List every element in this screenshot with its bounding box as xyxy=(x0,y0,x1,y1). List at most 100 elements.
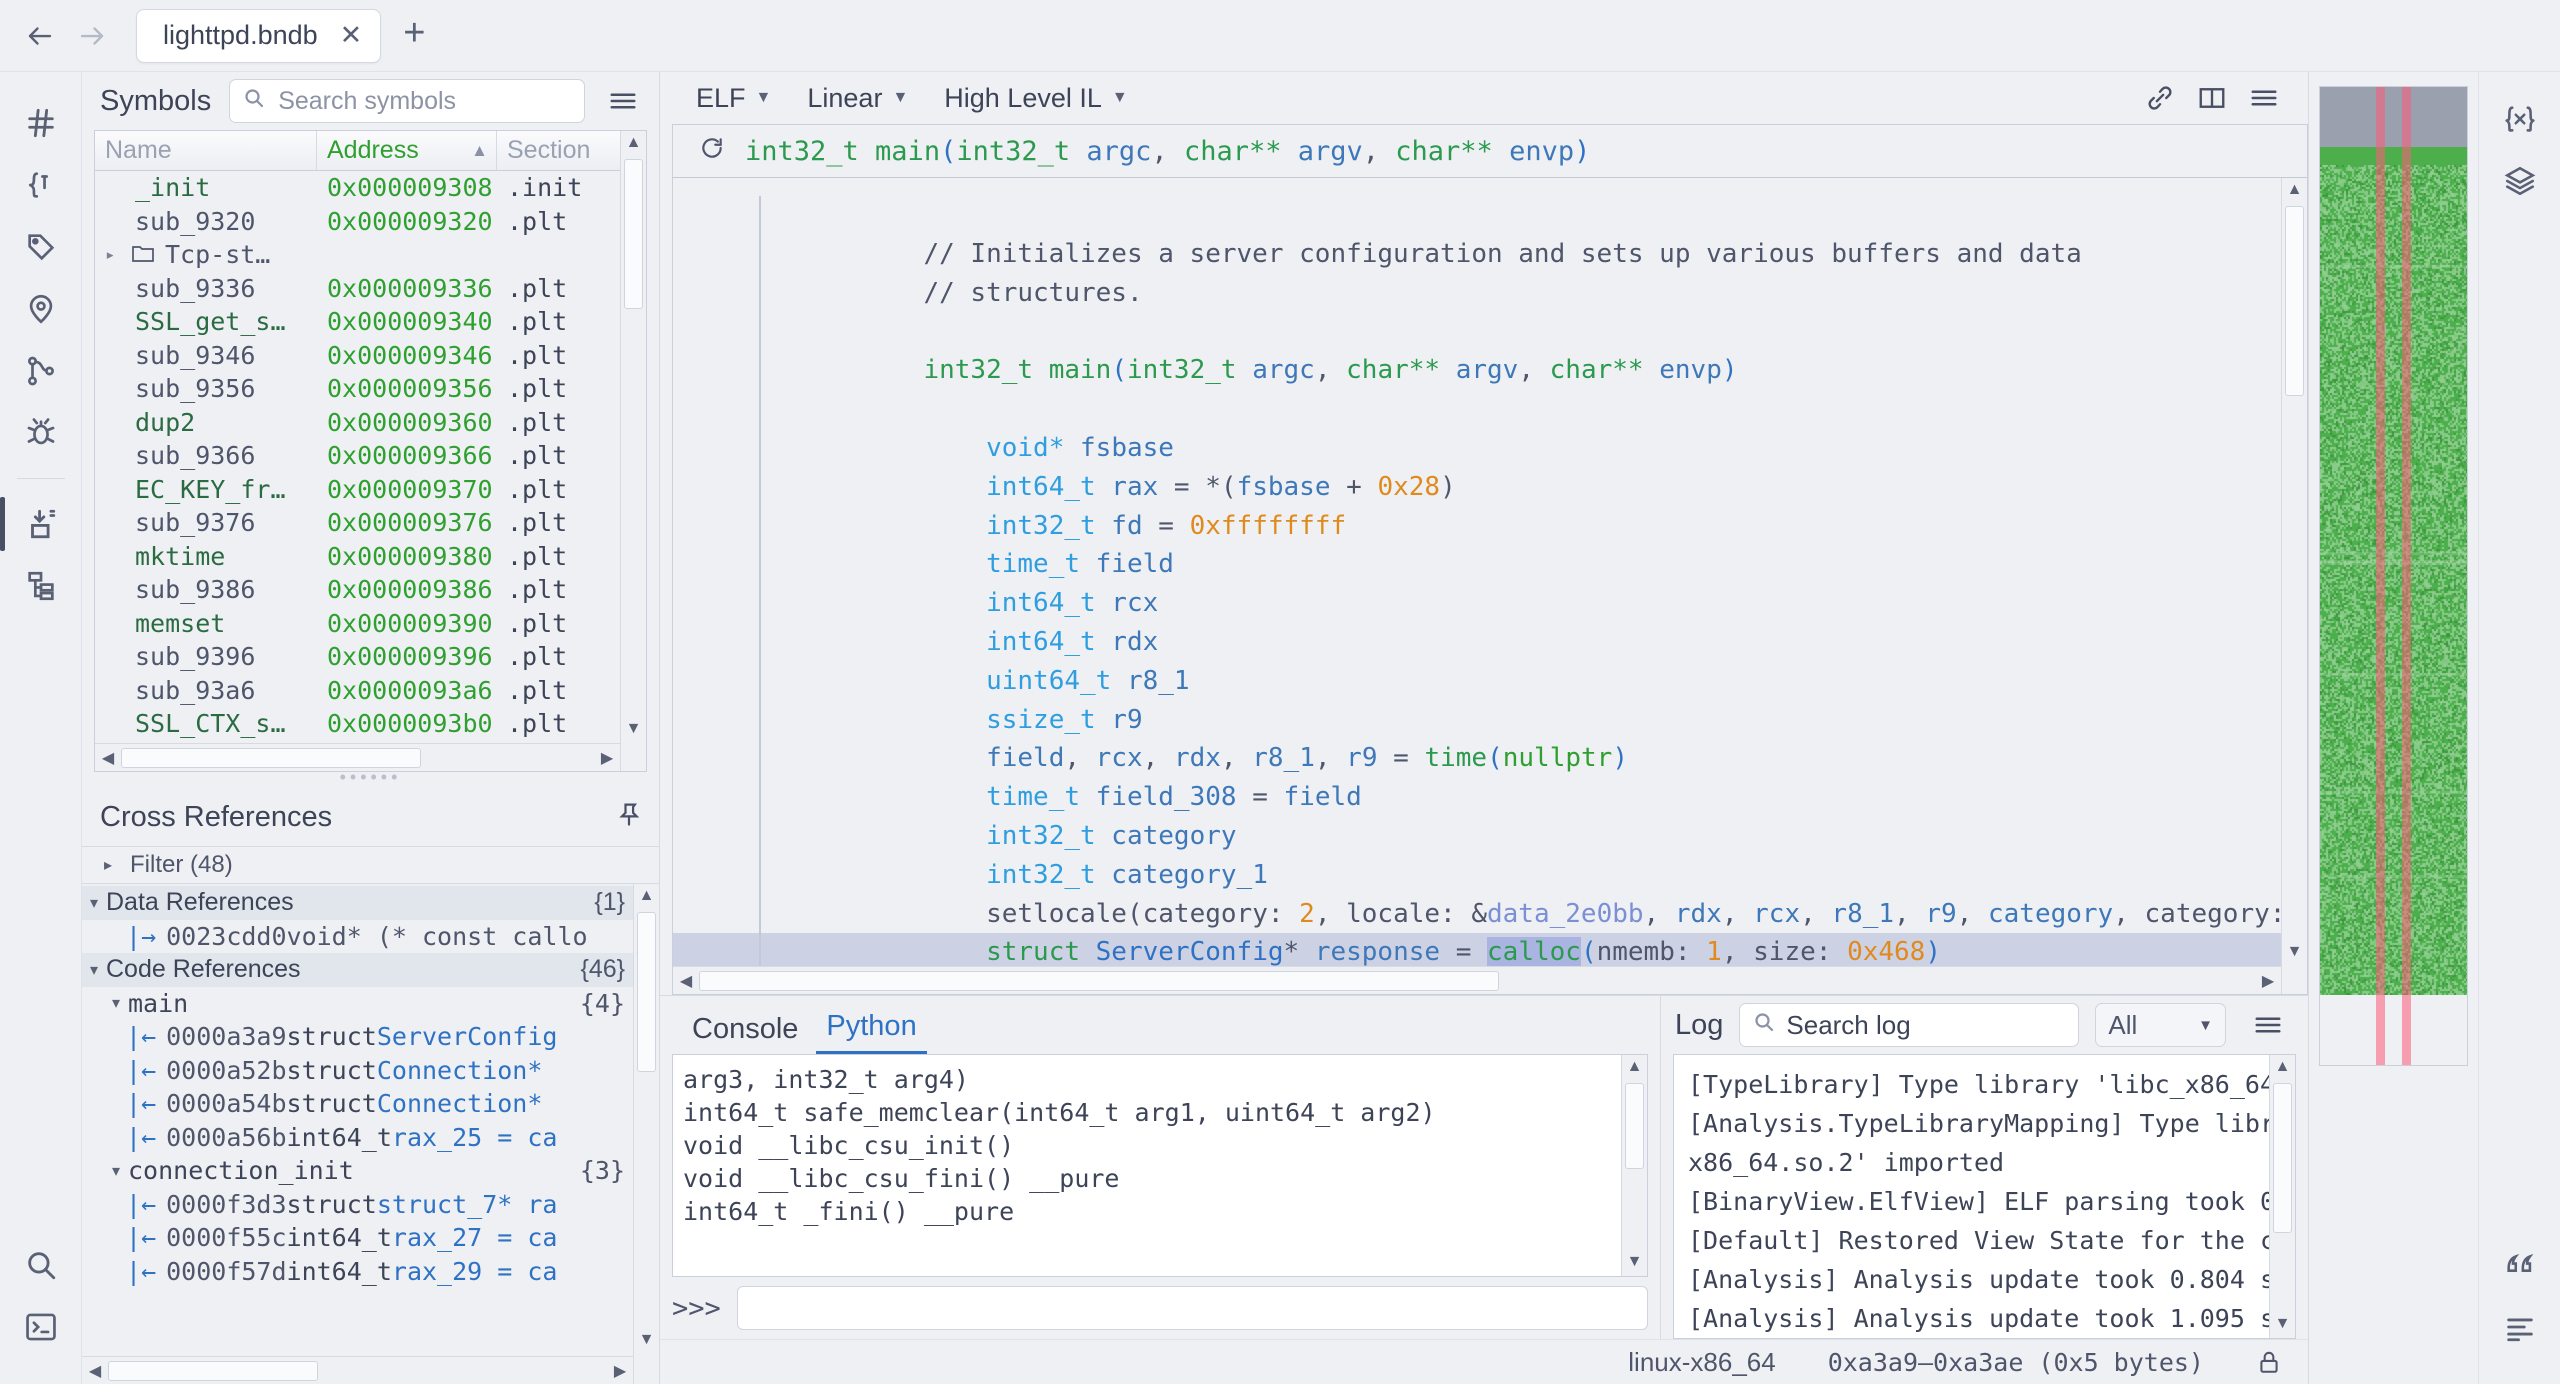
variables-fx-icon[interactable] xyxy=(2487,88,2553,150)
scroll-right-icon[interactable]: ▶ xyxy=(594,748,620,768)
scrollbar-thumb[interactable] xyxy=(624,159,643,309)
code-line[interactable]: int32_t fd = 0xffffffff xyxy=(673,507,2307,546)
console-output[interactable]: arg3, int32_t arg4)int64_t safe_memclear… xyxy=(672,1054,1648,1277)
scroll-left-icon[interactable]: ◀ xyxy=(673,971,699,991)
xrefs-horizontal-scrollbar[interactable]: ◀ ▶ xyxy=(82,1356,633,1384)
log-vertical-scrollbar[interactable]: ▲ ▼ xyxy=(2269,1055,2295,1338)
code-line[interactable]: time_t field xyxy=(673,545,2307,584)
code-lines-container[interactable]: // Initializes a server configuration an… xyxy=(673,196,2307,994)
scroll-left-icon[interactable]: ◀ xyxy=(82,1361,108,1381)
column-header-name[interactable]: Name xyxy=(95,131,317,170)
branch-graph-icon[interactable] xyxy=(8,340,74,402)
minimap-strip[interactable] xyxy=(2319,86,2468,1066)
table-row[interactable]: sub_93760x000009376.plt xyxy=(95,506,646,540)
code-line[interactable]: setlocale(category: 2, locale: &data_2e0… xyxy=(673,895,2307,934)
code-line[interactable]: int64_t rdx xyxy=(673,623,2307,662)
xref-filter-row[interactable]: ▸ Filter (48) xyxy=(82,846,659,884)
il-level-dropdown[interactable]: High Level IL ▼ xyxy=(926,76,1145,120)
symbols-table[interactable]: Name Address ▲ Section _init0x000009308.… xyxy=(94,130,647,772)
log-output[interactable]: [TypeLibrary] Type library 'libc_x86_64.… xyxy=(1673,1054,2296,1339)
new-tab-button[interactable]: + xyxy=(403,14,425,58)
tab-python[interactable]: Python xyxy=(816,1010,926,1054)
chevron-right-icon[interactable]: ▸ xyxy=(105,245,131,265)
code-view[interactable]: int32_t main(int32_t argc, char** argv, … xyxy=(672,124,2308,995)
table-row[interactable]: mktime0x000009380.plt xyxy=(95,540,646,574)
code-body[interactable]: // Initializes a server configuration an… xyxy=(673,178,2307,994)
entropy-minimap[interactable] xyxy=(2308,72,2478,1384)
scroll-left-icon[interactable]: ◀ xyxy=(95,748,121,768)
back-button[interactable] xyxy=(14,10,66,62)
scroll-track[interactable] xyxy=(699,971,2255,991)
symbols-table-body[interactable]: _init0x000009308.initsub_93200x000009320… xyxy=(95,171,646,743)
scroll-down-icon[interactable]: ▼ xyxy=(1622,1250,1647,1274)
tag-icon[interactable] xyxy=(8,216,74,278)
table-row[interactable]: dup20x000009360.plt xyxy=(95,406,646,440)
code-line[interactable]: int64_t rcx xyxy=(673,584,2307,623)
hamburger-menu-icon[interactable] xyxy=(2242,999,2294,1051)
types-braces-icon[interactable] xyxy=(8,154,74,216)
code-line[interactable] xyxy=(673,196,2307,235)
scrollbar-thumb[interactable] xyxy=(2285,206,2304,396)
logs-list-icon[interactable] xyxy=(2487,1296,2553,1358)
scroll-up-icon[interactable]: ▲ xyxy=(2282,178,2307,202)
xref-group-row[interactable]: ▾Code References{46} xyxy=(82,953,659,987)
location-pin-icon[interactable] xyxy=(8,278,74,340)
scroll-up-icon[interactable]: ▲ xyxy=(2270,1055,2295,1079)
table-row[interactable]: sub_93a60x0000093a6.plt xyxy=(95,674,646,708)
chevron-down-icon[interactable]: ▾ xyxy=(104,993,128,1013)
scrollbar-thumb[interactable] xyxy=(1625,1083,1644,1169)
code-horizontal-scrollbar[interactable]: ◀ ▶ xyxy=(673,966,2281,994)
scroll-up-icon[interactable]: ▲ xyxy=(1622,1055,1647,1079)
search-input[interactable]: Search symbols xyxy=(229,79,585,123)
code-line[interactable] xyxy=(673,313,2307,352)
xref-row[interactable]: |←0000a52b struct Connection* xyxy=(82,1054,659,1088)
table-row[interactable]: SSL_CTX_s…0x0000093b0.plt xyxy=(95,707,646,741)
chevron-right-icon[interactable]: ▸ xyxy=(96,855,120,875)
code-line[interactable]: void* fsbase xyxy=(673,429,2307,468)
terminal-icon[interactable] xyxy=(8,1296,74,1358)
symbols-horizontal-scrollbar[interactable]: ◀ ▶ xyxy=(95,743,620,771)
code-line[interactable]: int32_t category xyxy=(673,817,2307,856)
xref-subgroup-row[interactable]: ▾main{4} xyxy=(82,987,659,1021)
chevron-down-icon[interactable]: ▾ xyxy=(82,893,106,913)
scroll-down-icon[interactable]: ▼ xyxy=(2270,1312,2295,1336)
forward-button[interactable] xyxy=(66,10,118,62)
minimap-position-marker-left[interactable] xyxy=(2376,87,2385,1065)
scroll-down-icon[interactable]: ▼ xyxy=(621,717,646,741)
xref-row[interactable]: |←0000a3a9 struct ServerConfig xyxy=(82,1020,659,1054)
xref-subgroup-row[interactable]: ▾connection_init{3} xyxy=(82,1154,659,1188)
code-line[interactable]: // structures. xyxy=(673,274,2307,313)
link-icon[interactable] xyxy=(2134,72,2186,124)
code-line[interactable]: uint64_t r8_1 xyxy=(673,662,2307,701)
chevron-down-icon[interactable]: ▾ xyxy=(82,960,106,980)
column-header-address[interactable]: Address ▲ xyxy=(317,131,497,170)
view-type-dropdown[interactable]: ELF ▼ xyxy=(678,76,789,120)
close-icon[interactable]: ✕ xyxy=(340,20,363,51)
refresh-icon[interactable] xyxy=(699,135,725,168)
table-row[interactable]: sub_93360x000009336.plt xyxy=(95,272,646,306)
code-line[interactable]: ssize_t r9 xyxy=(673,701,2307,740)
splitter-grip[interactable]: •••••• xyxy=(82,772,659,788)
table-row[interactable]: sub_93660x000009366.plt xyxy=(95,439,646,473)
log-level-select[interactable]: All ▼ xyxy=(2095,1003,2226,1047)
log-search-input[interactable]: Search log xyxy=(1739,1003,2079,1047)
xref-row[interactable]: |←0000f3d3 struct struct_7* ra xyxy=(82,1188,659,1222)
chevron-down-icon[interactable]: ▾ xyxy=(104,1161,128,1181)
pin-icon[interactable] xyxy=(615,800,643,835)
scrollbar-thumb[interactable] xyxy=(121,748,421,768)
scrollbar-thumb[interactable] xyxy=(699,971,1499,991)
symbols-vertical-scrollbar[interactable]: ▲ ▼ xyxy=(620,131,646,771)
code-line[interactable] xyxy=(673,390,2307,429)
debugger-bug-icon[interactable] xyxy=(8,402,74,464)
code-line[interactable]: // Initializes a server configuration an… xyxy=(673,235,2307,274)
column-header-section[interactable]: Section xyxy=(497,131,627,170)
scrollbar-thumb[interactable] xyxy=(637,912,656,1072)
table-row[interactable]: EC_KEY_fr…0x000009370.plt xyxy=(95,473,646,507)
xref-group-row[interactable]: ▾Data References{1} xyxy=(82,886,659,920)
table-row[interactable]: memset0x000009390.plt xyxy=(95,607,646,641)
cross-references-body[interactable]: ▾Data References{1}|→0023cdd0 void* (* c… xyxy=(82,884,659,1384)
minimap-position-marker-right[interactable] xyxy=(2402,87,2411,1065)
scroll-right-icon[interactable]: ▶ xyxy=(2255,971,2281,991)
scroll-track[interactable] xyxy=(121,748,594,768)
comments-quote-icon[interactable] xyxy=(2487,1234,2553,1296)
